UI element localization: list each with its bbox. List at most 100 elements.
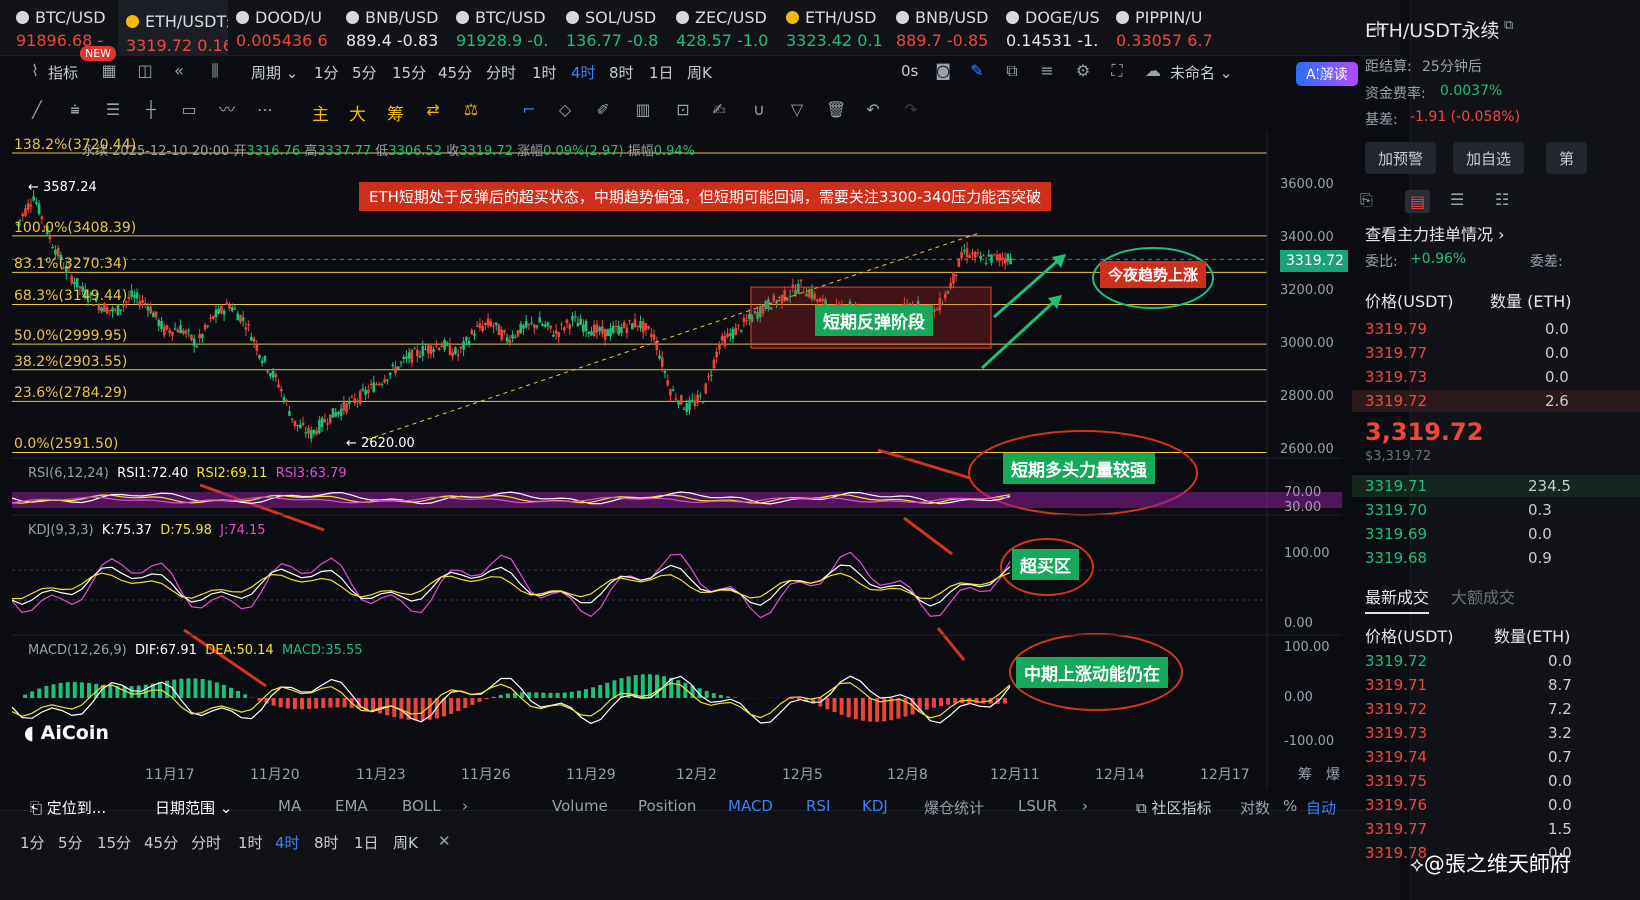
main-indicator-tab[interactable]: BOLL (402, 797, 441, 815)
symbol-tab[interactable]: ZEC/USD 428.57 -1.0 (668, 0, 778, 56)
bottom-interval-button[interactable]: 1分 (20, 832, 45, 853)
panel-action-button[interactable]: 加自选 (1453, 142, 1525, 174)
interval-button[interactable]: 1日 (649, 62, 674, 83)
more-tools-icon[interactable]: ⋯ (256, 101, 274, 119)
symbol-tab[interactable]: BNB/USD 889.4 -0.83 (338, 0, 448, 56)
list-icon[interactable]: ≡ (1038, 62, 1056, 80)
copy-icon[interactable]: ⧉ (1003, 62, 1021, 80)
layout-icon[interactable]: ◫ (136, 62, 154, 80)
undo-icon[interactable]: ↶ (864, 101, 882, 119)
symbol-tab[interactable]: PIPPIN/U 0.33057 6.7 (1108, 0, 1218, 56)
locate-button[interactable]: ⎗ 定位到... (30, 797, 106, 818)
sub-indicator-tab[interactable]: 爆仓统计 (924, 797, 984, 818)
scale-icon[interactable]: ⚖ (462, 101, 480, 119)
candle-type-icon[interactable]: ⫼ (206, 62, 224, 80)
bars-icon[interactable]: ▥ (634, 101, 652, 119)
percent-toggle[interactable]: % (1283, 797, 1297, 815)
symbol-tab[interactable]: DOOD/U 0.005436 6 (228, 0, 338, 56)
eraser-icon[interactable]: ◇ (556, 101, 574, 119)
main-indicator-button[interactable]: 主 (312, 100, 329, 125)
trades-tab[interactable]: 最新成交 (1365, 584, 1430, 614)
symbol-tab[interactable]: BTC/USD 91928.9 -0. (448, 0, 558, 56)
sub-indicator-tab[interactable]: RSI (806, 797, 830, 815)
interval-button[interactable]: 周K (687, 62, 712, 83)
indicator-icon[interactable]: ⌇ (26, 62, 44, 80)
bottom-interval-button[interactable]: 4时 (275, 832, 300, 853)
interval-button[interactable]: 1分 (314, 62, 339, 83)
fullscreen-icon[interactable]: ⛶ (1108, 62, 1126, 80)
interval-button[interactable]: 4时 (571, 62, 596, 83)
interval-button[interactable]: 1时 (532, 62, 557, 83)
chevron-right-icon[interactable]: › (462, 797, 468, 815)
symbol-tab[interactable]: BNB/USD 889.7 -0.85 (888, 0, 998, 56)
interval-button[interactable]: 15分 (392, 62, 426, 83)
close-icon[interactable]: ✕ (438, 832, 451, 850)
sub-indicator-tab[interactable]: KDJ (862, 797, 888, 815)
symbol-tab[interactable]: SOL/USD 136.77 -0.8 (558, 0, 668, 56)
indicators-button[interactable]: 指标 (48, 62, 78, 83)
calendar-icon[interactable]: ▦ (100, 62, 118, 80)
brush-icon[interactable]: ✐ (594, 101, 612, 119)
bottom-interval-button[interactable]: 5分 (58, 832, 83, 853)
chip-axis-button[interactable]: 筹 (1298, 764, 1312, 784)
bottom-interval-button[interactable]: 1日 (354, 832, 379, 853)
bottom-interval-button[interactable]: 1时 (238, 832, 263, 853)
settings-icon[interactable]: ⚙ (1074, 62, 1092, 80)
line-tool-icon[interactable]: ╱ (28, 101, 46, 119)
big-trades-tab[interactable]: 大额成交 (1451, 584, 1515, 608)
draw-mode-icon[interactable]: ⌐ (520, 101, 538, 119)
interval-button[interactable]: 分时 (486, 62, 516, 83)
bottom-interval-button[interactable]: 分时 (191, 832, 221, 853)
cloud-icon[interactable]: ☁ (1144, 62, 1162, 80)
chip-button[interactable]: 筹 (387, 100, 404, 125)
symbol-tab[interactable]: DOGE/US 0.14531 -1. (998, 0, 1108, 56)
hline-tool-icon[interactable]: ┼ (142, 101, 160, 119)
sub-indicator-tab[interactable]: Volume (552, 797, 608, 815)
interval-button[interactable]: 45分 (438, 62, 472, 83)
trash-icon[interactable]: 🗑 (826, 101, 846, 119)
auto-toggle[interactable]: 自动 (1306, 797, 1336, 818)
filter-icon[interactable]: ▽ (788, 101, 806, 119)
period-dropdown[interactable]: 周期 ⌄ (251, 62, 298, 83)
popout-icon[interactable]: ⧉ (1504, 18, 1513, 33)
date-range-button[interactable]: 日期范围 ⌄ (155, 797, 232, 818)
panel-action-button[interactable]: 第 (1546, 142, 1588, 174)
edit-icon[interactable]: ✍ (710, 101, 728, 119)
chevron-right-icon[interactable]: › (1082, 797, 1088, 815)
pen-icon[interactable]: ✎ (968, 62, 986, 80)
main-indicator-tab[interactable]: MA (278, 797, 301, 815)
bottom-interval-button[interactable]: 45分 (144, 832, 178, 853)
sub-indicator-tab[interactable]: MACD (728, 797, 773, 815)
magnet-icon[interactable]: ∪ (750, 101, 768, 119)
sub-indicator-tab[interactable]: LSUR (1018, 797, 1057, 815)
liq-axis-button[interactable]: 爆 (1326, 764, 1340, 784)
redo-icon[interactable]: ↷ (902, 101, 920, 119)
main-indicator-tab[interactable]: EMA (335, 797, 368, 815)
camera-icon[interactable]: ◙ (934, 62, 952, 80)
bottom-interval-button[interactable]: 周K (393, 832, 418, 853)
interval-button[interactable]: 5分 (352, 62, 377, 83)
depth-view-icon[interactable]: ▤ (1405, 190, 1431, 213)
hlines-tool-icon[interactable]: ☰ (104, 101, 122, 119)
bottom-interval-button[interactable]: 8时 (314, 832, 339, 853)
share-icon[interactable]: ⋔ (1312, 64, 1330, 82)
rewind-icon[interactable]: « (170, 62, 188, 80)
log-toggle[interactable]: 对数 (1240, 797, 1270, 818)
depth-view-icon[interactable]: ⎘ (1360, 190, 1373, 210)
sub-indicator-tab[interactable]: Position (638, 797, 696, 815)
account-dropdown[interactable]: 未命名 ⌄ (1170, 62, 1232, 83)
big-order-button[interactable]: 大 (349, 100, 366, 125)
symbol-tab[interactable]: ETH/USD 3323.42 0.1 (778, 0, 888, 56)
interval-button[interactable]: 8时 (609, 62, 634, 83)
lock-icon[interactable]: ⊡ (674, 101, 692, 119)
community-indicator-button[interactable]: ⧉ 社区指标 (1136, 797, 1212, 818)
wave-tool-icon[interactable]: 〰 (218, 101, 236, 119)
depth-title-link[interactable]: 查看主力挂单情况 › (1365, 221, 1505, 245)
rect-tool-icon[interactable]: ▭ (180, 101, 198, 119)
panel-action-button[interactable]: 加预警 (1365, 142, 1437, 174)
bottom-interval-button[interactable]: 15分 (97, 832, 131, 853)
symbol-tab[interactable]: ETH/USDT永续 3319.72 0.16% (118, 0, 228, 56)
depth-view-icon[interactable]: ☷ (1495, 190, 1509, 209)
compare-icon[interactable]: ⇄ (424, 101, 442, 119)
parallel-tool-icon[interactable]: ⩧ (66, 101, 84, 119)
